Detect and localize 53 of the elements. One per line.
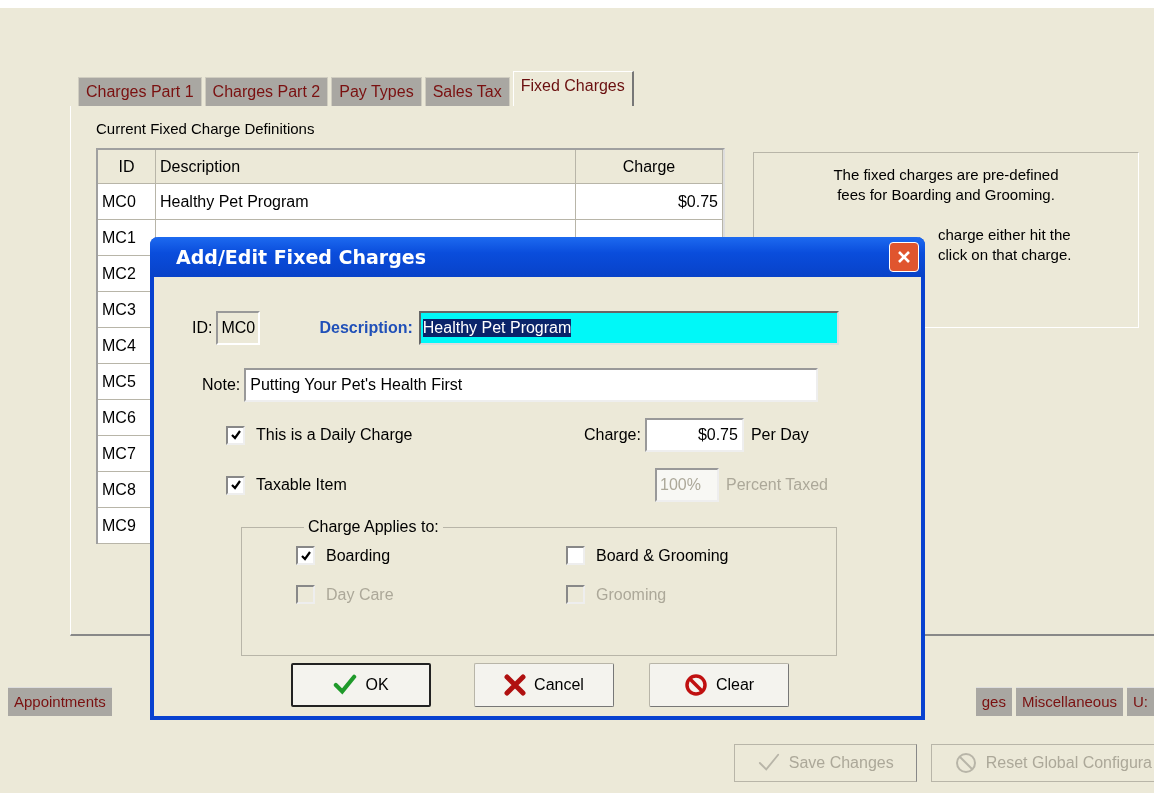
charge-label: Charge: bbox=[584, 426, 641, 444]
info-text: The fixed charges are pre-defined bbox=[832, 165, 1060, 185]
unit-label: Per Day bbox=[750, 426, 809, 444]
info-text: charge either hit the bbox=[938, 226, 1071, 243]
table-cell: MC1 bbox=[98, 220, 156, 256]
checkmark-icon bbox=[229, 429, 242, 441]
checkbox[interactable] bbox=[226, 475, 245, 495]
id-label: ID: bbox=[192, 319, 213, 337]
x-mark-icon bbox=[504, 674, 527, 696]
tab[interactable]: Fixed Charges bbox=[512, 71, 634, 106]
table-cell: MC0 bbox=[98, 184, 156, 220]
checkmark-icon bbox=[333, 674, 358, 696]
tab[interactable]: Charges Part 1 bbox=[78, 77, 202, 106]
cancel-button[interactable]: Cancel bbox=[474, 663, 614, 707]
checkbox[interactable] bbox=[296, 546, 315, 565]
checkbox-label: Boarding bbox=[326, 546, 391, 565]
percent-label: Percent Taxed bbox=[726, 476, 828, 494]
checkmark-icon bbox=[229, 479, 242, 491]
charge-field[interactable]: $0.75 bbox=[644, 418, 744, 452]
table-cell: $0.75 bbox=[677, 192, 718, 211]
description-field[interactable]: Healthy Pet Program bbox=[418, 311, 839, 345]
note-label: Note: bbox=[202, 376, 241, 394]
id-field: MC0 bbox=[216, 311, 261, 345]
checkbox-label: Board & Grooming bbox=[596, 546, 729, 565]
table-cell: Healthy Pet Program bbox=[160, 192, 309, 211]
description-label: Description: bbox=[319, 319, 413, 337]
tab[interactable]: U: bbox=[1127, 687, 1154, 716]
tab[interactable]: Miscellaneous bbox=[1015, 687, 1123, 716]
tab[interactable]: Charges Part 2 bbox=[204, 77, 329, 106]
tab[interactable]: Sales Tax bbox=[424, 77, 510, 106]
prohibited-icon bbox=[683, 673, 708, 697]
prohibited-icon bbox=[953, 751, 978, 775]
checkbox[interactable] bbox=[566, 546, 585, 565]
tab[interactable]: ges bbox=[975, 687, 1012, 716]
ok-button[interactable]: OK bbox=[291, 663, 431, 707]
checkbox-label: Day Care bbox=[326, 585, 394, 604]
checkbox[interactable] bbox=[226, 425, 245, 445]
close-icon bbox=[896, 249, 912, 265]
dialog-title: Add/Edit Fixed Charges bbox=[176, 246, 426, 268]
checkmark-icon bbox=[299, 549, 312, 562]
close-button[interactable] bbox=[889, 242, 919, 272]
info-text: click on that charge. bbox=[938, 246, 1072, 263]
note-field[interactable]: Putting Your Pet's Health First bbox=[244, 368, 819, 402]
info-text: fees for Boarding and Grooming. bbox=[836, 185, 1056, 205]
table-caption: Current Fixed Charge Definitions bbox=[96, 120, 316, 139]
checkmark-icon bbox=[756, 752, 781, 774]
clear-button[interactable]: Clear bbox=[649, 663, 789, 707]
tab[interactable]: Appointments bbox=[8, 687, 112, 716]
checkbox-label: Grooming bbox=[596, 585, 667, 604]
group-legend: Charge Applies to: bbox=[304, 518, 443, 536]
checkbox-label: Taxable Item bbox=[256, 476, 347, 494]
tab[interactable]: Pay Types bbox=[331, 77, 422, 106]
checkbox-label: This is a Daily Charge bbox=[256, 426, 413, 444]
